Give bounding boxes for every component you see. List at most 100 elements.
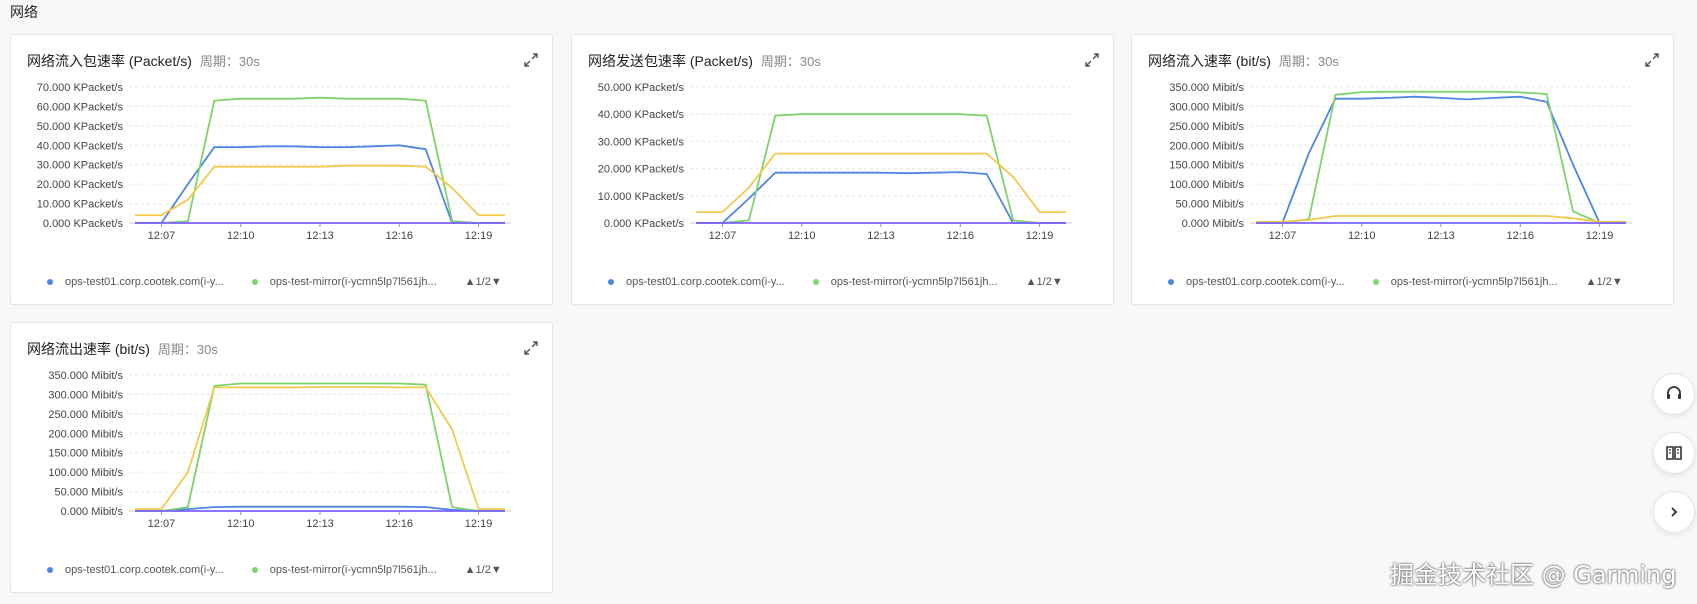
period-label: 周期：30s <box>157 342 218 357</box>
legend-dot <box>1168 279 1174 285</box>
series-line <box>696 152 1066 214</box>
legend-dot <box>1372 279 1379 285</box>
section-title: 网络 <box>10 4 38 20</box>
line-chart: 50.000 KPacket/s 40.000 KPacket/s 30.000 K… <box>598 82 1072 242</box>
x-tick-label: 12:13 <box>1427 230 1455 242</box>
series-line <box>135 382 505 512</box>
y-tick-label: 100.000 Mibit/s <box>1169 179 1244 191</box>
y-tick-label: 60.000 KPacket/s <box>37 101 124 113</box>
legend-label: ops-test-mirror(i-ycmn5lp7l561jh... <box>269 564 437 576</box>
y-tick-label: 200.000 Mibit/s <box>1169 140 1244 152</box>
legend-label: ops-test01.corp.cootek.com(i-y... <box>626 276 785 288</box>
y-tick-label: 0.000 KPacket/s <box>604 218 685 230</box>
expand-icon[interactable] <box>524 53 538 67</box>
y-tick-label: 200.000 Mibit/s <box>48 428 123 440</box>
card-title: 网络流出速率 (bit/s) 周期：30s <box>27 339 218 359</box>
legend-pager[interactable]: ▲1/2▼ <box>465 276 502 288</box>
legend-item[interactable]: ops-test01.corp.cootek.com(i-y... <box>47 564 224 576</box>
card-title: 网络发送包速率 (Packet/s) 周期：30s <box>588 51 821 71</box>
support-button[interactable] <box>1653 373 1695 415</box>
y-tick-label: 350.000 Mibit/s <box>1169 82 1244 94</box>
legend-item[interactable]: ops-test-mirror(i-ycmn5lp7l561jh... <box>251 564 437 576</box>
x-tick-label: 12:07 <box>709 230 737 242</box>
x-tick-label: 12:13 <box>306 230 334 242</box>
card-title-text: 网络流入速率 (bit/s) <box>1148 53 1271 69</box>
y-tick-label: 150.000 Mibit/s <box>48 448 123 460</box>
legend-pager[interactable]: ▲1/2▼ <box>1586 276 1623 288</box>
y-tick-label: 30.000 KPacket/s <box>37 160 124 172</box>
legend-dot <box>47 567 53 573</box>
period-label: 周期：30s <box>760 54 821 69</box>
x-tick-label: 12:10 <box>788 230 816 242</box>
legend-dot <box>608 279 614 285</box>
legend-item[interactable]: ops-test-mirror(i-ycmn5lp7l561jh... <box>251 276 437 288</box>
legend-dot <box>251 567 258 573</box>
y-tick-label: 30.000 KPacket/s <box>598 136 685 148</box>
docs-button[interactable] <box>1653 432 1695 474</box>
y-tick-label: 50.000 KPacket/s <box>598 82 685 94</box>
legend-dot <box>812 279 819 285</box>
legend-label: ops-test01.corp.cootek.com(i-y... <box>1186 276 1345 288</box>
x-tick-label: 12:07 <box>148 230 176 242</box>
chart-card-inbound-bits: 网络流入速率 (bit/s) 周期：30s 350.000 Mibit/s 300.… <box>1131 34 1674 305</box>
card-title-text: 网络流出速率 (bit/s) <box>27 341 150 357</box>
y-tick-label: 350.000 Mibit/s <box>48 370 123 382</box>
chart-card-outbound-bits: 网络流出速率 (bit/s) 周期：30s 350.000 Mibit/s 300.… <box>10 322 553 593</box>
legend-item[interactable]: ops-test-mirror(i-ycmn5lp7l561jh... <box>1372 276 1558 288</box>
legend-pager[interactable]: ▲1/2▼ <box>465 564 502 576</box>
y-tick-label: 20.000 KPacket/s <box>598 164 685 176</box>
legend-label: ops-test-mirror(i-ycmn5lp7l561jh... <box>269 276 437 288</box>
series-line <box>696 171 1066 224</box>
legend-item[interactable]: ops-test01.corp.cootek.com(i-y... <box>1168 276 1345 288</box>
legend-dot <box>47 279 53 285</box>
expand-icon[interactable] <box>524 341 538 355</box>
chart-legend: ops-test01.corp.cootek.com(i-y... ops-te… <box>47 276 502 288</box>
legend-item[interactable]: ops-test01.corp.cootek.com(i-y... <box>608 276 785 288</box>
card-title: 网络流入速率 (bit/s) 周期：30s <box>1148 51 1339 71</box>
expand-icon[interactable] <box>1645 53 1659 67</box>
chart-legend: ops-test01.corp.cootek.com(i-y... ops-te… <box>47 564 502 576</box>
y-tick-label: 40.000 KPacket/s <box>37 140 124 152</box>
chevron-right-icon <box>1671 507 1678 517</box>
x-tick-label: 12:19 <box>1026 230 1054 242</box>
chart-legend: ops-test01.corp.cootek.com(i-y... ops-te… <box>1168 276 1623 288</box>
legend-dot <box>251 279 258 285</box>
y-tick-label: 70.000 KPacket/s <box>37 82 124 94</box>
period-label: 周期：30s <box>199 54 260 69</box>
y-tick-label: 0.000 KPacket/s <box>43 218 124 230</box>
y-tick-label: 300.000 Mibit/s <box>48 389 123 401</box>
chart-card-outbound-packets: 网络发送包速率 (Packet/s) 周期：30s 50.000 KPacket/… <box>571 34 1114 305</box>
y-tick-label: 40.000 KPacket/s <box>598 109 685 121</box>
y-tick-label: 10.000 KPacket/s <box>598 191 685 203</box>
y-tick-label: 0.000 Mibit/s <box>61 506 124 518</box>
y-tick-label: 50.000 Mibit/s <box>1176 199 1245 211</box>
legend-label: ops-test01.corp.cootek.com(i-y... <box>65 276 224 288</box>
legend-item[interactable]: ops-test-mirror(i-ycmn5lp7l561jh... <box>812 276 998 288</box>
headset-icon <box>1667 386 1681 399</box>
collapse-button[interactable] <box>1653 491 1695 533</box>
legend-label: ops-test01.corp.cootek.com(i-y... <box>65 564 224 576</box>
x-tick-label: 12:13 <box>306 518 334 530</box>
x-tick-label: 12:13 <box>867 230 895 242</box>
watermark: 掘金技术社区 @ Garming <box>1390 561 1677 589</box>
y-tick-label: 20.000 KPacket/s <box>37 179 124 191</box>
y-tick-label: 250.000 Mibit/s <box>1169 121 1244 133</box>
x-tick-label: 12:16 <box>1507 230 1535 242</box>
y-tick-label: 250.000 Mibit/s <box>48 409 123 421</box>
x-tick-label: 12:19 <box>465 230 493 242</box>
legend-item[interactable]: ops-test01.corp.cootek.com(i-y... <box>47 276 224 288</box>
card-title-text: 网络发送包速率 (Packet/s) <box>588 53 753 69</box>
series-line <box>135 96 505 224</box>
book-icon <box>1666 446 1682 460</box>
y-tick-label: 50.000 Mibit/s <box>55 487 124 499</box>
x-tick-label: 12:10 <box>227 518 255 530</box>
x-tick-label: 12:10 <box>227 230 255 242</box>
x-tick-label: 12:19 <box>1586 230 1614 242</box>
y-tick-label: 150.000 Mibit/s <box>1169 160 1244 172</box>
series-line <box>1256 215 1626 223</box>
card-title-text: 网络流入包速率 (Packet/s) <box>27 53 192 69</box>
y-tick-label: 50.000 KPacket/s <box>37 121 124 133</box>
legend-pager[interactable]: ▲1/2▼ <box>1026 276 1063 288</box>
expand-icon[interactable] <box>1085 53 1099 67</box>
y-tick-label: 0.000 Mibit/s <box>1182 218 1245 230</box>
